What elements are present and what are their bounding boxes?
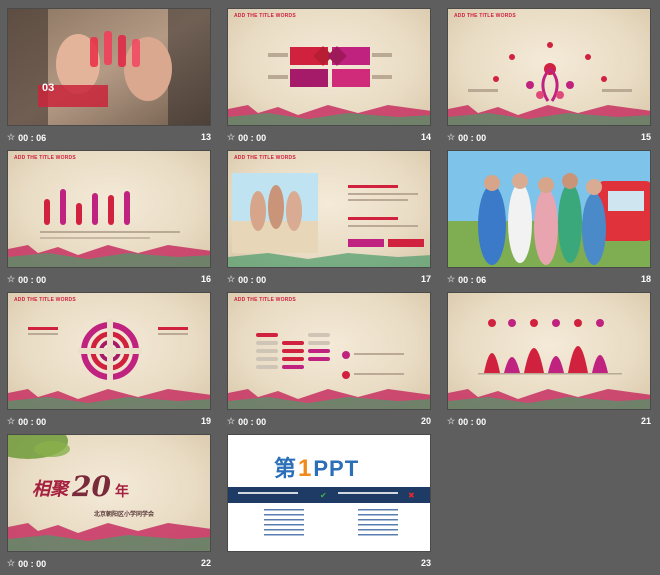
slide-sorter-grid: 03 ☆ 00 : 06 13 ADD THE TITLE WORDS ☆ 00… (0, 0, 660, 575)
slide-cell-14: ADD THE TITLE WORDS ☆ 00 : 00 14 (227, 8, 431, 148)
slide-section-number: 03 (42, 82, 55, 94)
slide-cell-23: 第 1 PPT ✔ ✖ 23 (227, 434, 431, 574)
slide-number: 13 (200, 132, 211, 142)
photo-text-layout (228, 173, 430, 267)
slide-cell-20: ADD THE TITLE WORDS ☆ 00 : 00 20 (227, 292, 431, 432)
cover-title: 相聚 20 年 (32, 473, 129, 501)
brand-logo-one: 1 (298, 455, 312, 482)
svg-text:✔: ✔ (320, 491, 327, 500)
cover-title-year: 年 (114, 484, 129, 500)
cover-title-number: 20 (72, 470, 111, 503)
slide-timing: 00 : 00 (18, 416, 47, 427)
slide-thumbnail-15[interactable]: ADD THE TITLE WORDS (447, 8, 651, 126)
transition-icon: ☆ (447, 416, 456, 426)
tree-diagram (448, 42, 650, 125)
slide-number: 21 (640, 416, 651, 426)
transition-icon: ☆ (7, 132, 16, 142)
slide-thumbnail-16[interactable]: ADD THE TITLE WORDS (7, 150, 211, 268)
slide-meta-18: ☆ 00 : 06 18 (447, 271, 651, 287)
icon-quad-diagram (228, 46, 430, 125)
transition-icon: ☆ (227, 132, 236, 142)
slide-thumbnail-13[interactable]: 03 (7, 8, 211, 126)
stacked-bars-graphic (228, 333, 430, 409)
slide-cell-19: ADD THE TITLE WORDS ☆ 00 : 00 19 (7, 292, 211, 432)
slide-timing: 00 : 00 (238, 274, 267, 285)
peak-diagram (448, 319, 650, 409)
slide-meta-14: ☆ 00 : 00 14 (227, 129, 431, 145)
slide-number: 23 (420, 558, 431, 568)
friends-photo (448, 151, 650, 267)
bar-graphic (8, 189, 210, 267)
transition-icon: ☆ (7, 416, 16, 426)
transition-icon: ☆ (227, 416, 236, 426)
slide-cell-22: 相聚 20 年 北京朝阳区小学同学会 ☆ 00 : 00 22 (7, 434, 211, 574)
transition-icon: ☆ (7, 274, 16, 284)
slide-thumbnail-14[interactable]: ADD THE TITLE WORDS (227, 8, 431, 126)
brand-logo-first: 第 (274, 456, 297, 481)
cover-title-chinese: 相聚 (32, 479, 68, 500)
transition-icon: ☆ (447, 132, 456, 142)
slide-thumbnail-19[interactable]: ADD THE TITLE WORDS (7, 292, 211, 410)
slide-timing: 00 : 00 (238, 416, 267, 427)
transition-icon: ☆ (447, 274, 456, 284)
slide-meta-13: ☆ 00 : 06 13 (7, 129, 211, 145)
slide-thumbnail-22[interactable]: 相聚 20 年 北京朝阳区小学同学会 (7, 434, 211, 552)
slide-thumbnail-20[interactable]: ADD THE TITLE WORDS (227, 292, 431, 410)
party-toast-photo (8, 9, 210, 125)
slide-meta-15: ☆ 00 : 00 15 (447, 129, 651, 145)
slide-thumbnail-23[interactable]: 第 1 PPT ✔ ✖ (227, 434, 431, 552)
svg-text:✖: ✖ (408, 491, 415, 500)
slide-timing: 00 : 00 (18, 274, 47, 285)
slide-number: 17 (420, 274, 431, 284)
slide-thumbnail-17[interactable]: ADD THE TITLE WORDS (227, 150, 431, 268)
slide-number: 14 (420, 132, 431, 142)
slide-cell-17: ADD THE TITLE WORDS ☆ 00 : 00 17 (227, 150, 431, 290)
link-list-graphic: ✔ ✖ (238, 491, 415, 536)
slide-meta-16: ☆ 00 : 00 16 (7, 271, 211, 287)
slide-cell-15: ADD THE TITLE WORDS ☆ 00 : 00 15 (447, 8, 651, 148)
slide-number: 16 (200, 274, 211, 284)
slide-timing: 00 : 00 (238, 132, 267, 143)
slide-meta-21: ☆ 00 : 00 21 (447, 413, 651, 429)
slide-meta-22: ☆ 00 : 00 22 (7, 555, 211, 571)
slide-cell-18: ☆ 00 : 06 18 (447, 150, 651, 290)
slide-meta-23: 23 (227, 555, 431, 571)
cover-subtitle: 北京朝阳区小学同学会 (94, 512, 155, 518)
transition-icon: ☆ (227, 274, 236, 284)
slide-timing: 00 : 00 (18, 558, 47, 569)
slide-number: 20 (420, 416, 431, 426)
slide-cell-16: ADD THE TITLE WORDS ☆ 00 : 00 16 (7, 150, 211, 290)
brand-logo: 第 1 PPT (274, 451, 359, 483)
slide-thumbnail-18[interactable] (447, 150, 651, 268)
brand-logo-ppt: PPT (313, 456, 360, 481)
slide-timing: 00 : 06 (18, 132, 47, 143)
slide-cell-21: ☆ 00 : 00 21 (447, 292, 651, 432)
slide-cell-13: 03 ☆ 00 : 06 13 (7, 8, 211, 148)
slide-meta-20: ☆ 00 : 00 20 (227, 413, 431, 429)
slide-meta-19: ☆ 00 : 00 19 (7, 413, 211, 429)
slide-thumbnail-21[interactable] (447, 292, 651, 410)
slide-timing: 00 : 06 (458, 274, 487, 285)
slide-number: 19 (200, 416, 211, 426)
slide-number: 18 (640, 274, 651, 284)
transition-icon: ☆ (7, 558, 16, 568)
slide-meta-17: ☆ 00 : 00 17 (227, 271, 431, 287)
slide-number: 22 (200, 558, 211, 568)
slide-timing: 00 : 00 (458, 132, 487, 143)
slide-number: 15 (640, 132, 651, 142)
concentric-ring-diagram (8, 319, 210, 409)
slide-timing: 00 : 00 (458, 416, 487, 427)
